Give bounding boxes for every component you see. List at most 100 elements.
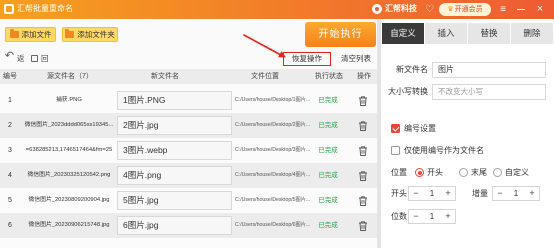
new-filename-field[interactable]: 6图片.jpg (117, 216, 232, 235)
table-row[interactable]: 1 捕获.PNG 1图片.PNG C:/Users/house/Desktop/… (0, 88, 377, 113)
company-avatar-icon[interactable] (372, 4, 382, 14)
add-file-button[interactable]: 添加文件 (5, 27, 56, 42)
source-filename: 微信图片_2023dddd065ss19345... (24, 122, 114, 128)
numbering-label: 编号设置 (404, 123, 436, 133)
close-icon[interactable]: × (533, 0, 547, 19)
minus-icon[interactable]: − (409, 187, 423, 200)
table-row[interactable]: 4 微信图片_20230325120542.png 4图片.png C:/Use… (0, 163, 377, 188)
add-file-label: 添加文件 (21, 29, 52, 39)
source-filename: 微信图片_20230325120542.png (27, 172, 111, 178)
trash-icon[interactable] (357, 95, 369, 107)
new-filename-field[interactable]: 5图片.jpg (117, 191, 232, 210)
add-folder-label: 添加文件夹 (77, 29, 115, 39)
row-index: 5 (8, 197, 12, 204)
vip-label: 开通会员 (454, 6, 483, 13)
position-option-end[interactable]: 末尾 (471, 168, 487, 177)
row-index: 2 (8, 122, 12, 129)
plus-icon[interactable]: + (441, 210, 455, 223)
source-filename: 捕获.PNG (56, 97, 82, 103)
increment-value[interactable]: 1 (507, 187, 525, 200)
column-header-index: 编号 (3, 73, 17, 80)
column-header-new-name: 新文件名 (151, 73, 179, 80)
folder-icon (65, 29, 75, 38)
table-row-partial (0, 238, 377, 248)
new-filename-field[interactable]: 1图片.PNG (117, 91, 232, 110)
new-filename-field[interactable]: 2图片.jpg (117, 116, 232, 135)
tab-replace[interactable]: 替换 (468, 23, 510, 44)
trash-icon[interactable] (357, 145, 369, 157)
app-logo-icon (4, 4, 14, 14)
position-radio-custom[interactable] (493, 168, 502, 177)
row-index: 4 (8, 172, 12, 179)
increment-stepper: − 1 + (492, 186, 540, 201)
app-title: 汇帮批量重命名 (17, 4, 73, 13)
case-conversion-select[interactable]: 不改变大小写 (432, 84, 546, 100)
case-conversion-label: 大小写转换 (388, 87, 428, 96)
start-button[interactable]: 开始执行 (305, 22, 376, 47)
status-badge: 已完成 (318, 97, 338, 104)
position-option-custom[interactable]: 自定义 (505, 168, 529, 177)
table-header: 编号 源文件名（7） 新文件名 文件位置 执行状态 操作 (0, 69, 377, 84)
row-index: 3 (8, 147, 12, 154)
position-label: 位置 (391, 167, 407, 177)
clear-list-button[interactable]: 清空列表 (337, 52, 375, 66)
plus-icon[interactable]: + (525, 187, 539, 200)
position-radio-end[interactable] (459, 168, 468, 177)
row-index: 1 (8, 97, 12, 104)
only-number-checkbox[interactable] (391, 146, 400, 155)
heart-icon[interactable]: ♡ (423, 3, 436, 16)
tab-delete[interactable]: 删除 (511, 23, 553, 44)
crown-icon: ♛ (447, 6, 454, 13)
file-location: C:/Users/house/Desktop/3图片... (235, 147, 310, 153)
new-name-input[interactable]: 图片 (432, 62, 546, 78)
undo-icon[interactable]: ↶ (4, 51, 15, 62)
minimize-icon[interactable] (514, 0, 528, 19)
back-button[interactable]: 返 (17, 55, 25, 63)
digits-value[interactable]: 1 (423, 210, 441, 223)
table-row[interactable]: 2 微信图片_2023dddd065ss19345... 2图片.jpg C:/… (0, 113, 377, 138)
menu-icon[interactable]: ≡ (496, 0, 510, 19)
table-row[interactable]: 3 =638285213,1746517464&fm=25 3图片.webp C… (0, 138, 377, 163)
square-icon[interactable] (31, 55, 38, 62)
increment-label: 增量 (472, 188, 488, 198)
trash-icon[interactable] (357, 120, 369, 132)
position-option-start[interactable]: 开头 (427, 168, 443, 177)
start-number-label: 开头 (391, 188, 407, 198)
table-row[interactable]: 5 微信图片_20230809200904.jpg 5图片.jpg C:/Use… (0, 188, 377, 213)
start-number-stepper: − 1 + (408, 186, 456, 201)
status-badge: 已完成 (318, 122, 338, 129)
digits-stepper: − 1 + (408, 209, 456, 224)
trash-icon[interactable] (357, 170, 369, 182)
trash-icon[interactable] (357, 220, 369, 232)
column-header-source: 源文件名（7） (47, 73, 93, 80)
column-header-status: 执行状态 (315, 73, 343, 80)
file-location: C:/Users/house/Desktop/2图片... (235, 122, 310, 128)
file-location: C:/Users/house/Desktop/5图片... (235, 197, 310, 203)
account-name[interactable]: 汇帮科技 (385, 5, 417, 13)
new-filename-field[interactable]: 4图片.png (117, 166, 232, 185)
start-number-value[interactable]: 1 (423, 187, 441, 200)
new-filename-field[interactable]: 3图片.webp (117, 141, 232, 160)
minus-icon[interactable]: − (493, 187, 507, 200)
restore-button[interactable]: 恢复操作 (283, 52, 331, 66)
plus-icon[interactable]: + (441, 187, 455, 200)
numbering-checkbox[interactable] (391, 124, 400, 133)
add-folder-button[interactable]: 添加文件夹 (62, 27, 118, 42)
position-radio-start[interactable] (415, 168, 424, 177)
folder-icon (9, 29, 19, 38)
source-filename: =638285213,1746517464&fm=25 (25, 147, 113, 153)
row-index: 6 (8, 222, 12, 229)
status-badge: 已完成 (318, 147, 338, 154)
trash-icon[interactable] (357, 195, 369, 207)
file-location: C:/Users/house/Desktop/1图片... (235, 97, 310, 103)
status-badge: 已完成 (318, 172, 338, 179)
tab-custom[interactable]: 自定义 (382, 23, 424, 44)
table-row[interactable]: 6 微信图片_20230906215748.jpg 6图片.jpg C:/Use… (0, 213, 377, 238)
vip-button[interactable]: ♛ 开通会员 (439, 3, 491, 16)
only-number-label: 仅使用编号作为文件名 (404, 145, 484, 155)
back-button-2[interactable]: 回 (41, 55, 49, 63)
file-location: C:/Users/house/Desktop/6图片... (235, 222, 310, 228)
minus-icon[interactable]: − (409, 210, 423, 223)
status-badge: 已完成 (318, 197, 338, 204)
tab-insert[interactable]: 插入 (425, 23, 467, 44)
